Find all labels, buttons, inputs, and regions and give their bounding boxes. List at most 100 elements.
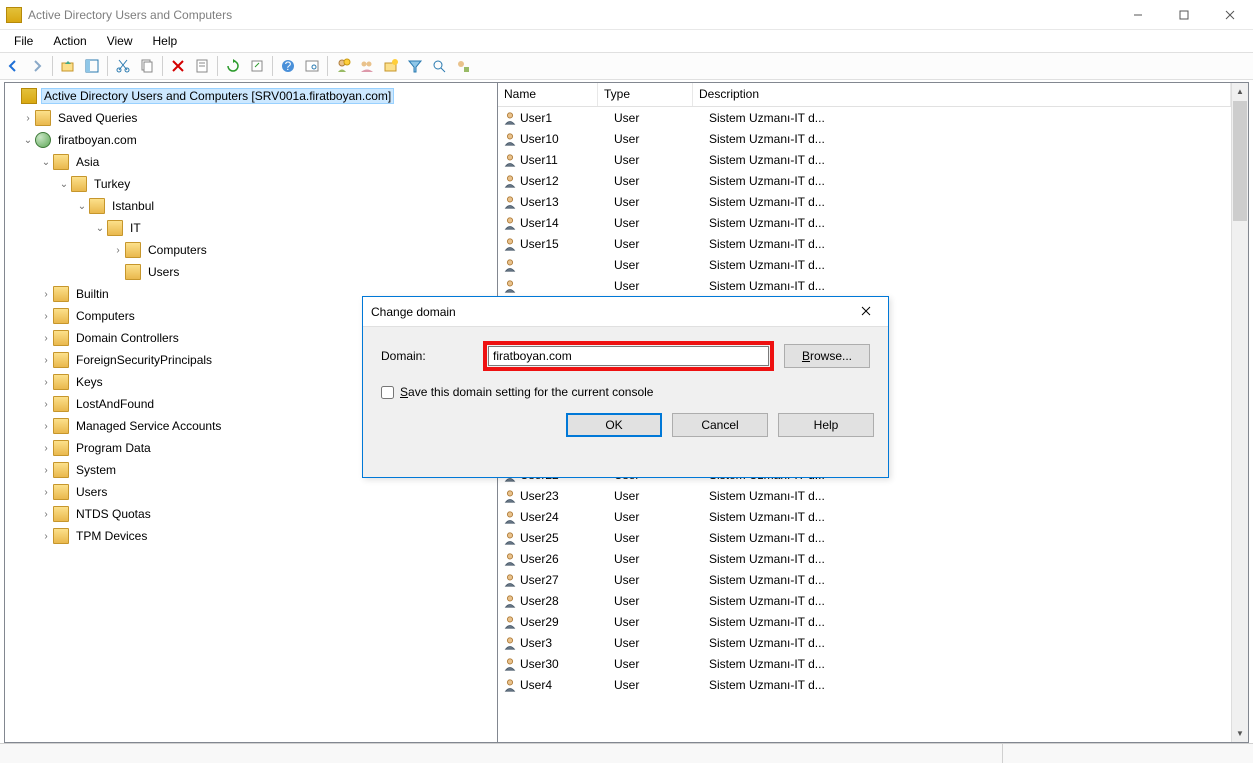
tree-istanbul[interactable]: ⌄Istanbul (5, 195, 497, 217)
filter-icon[interactable] (404, 55, 426, 77)
tree-asia[interactable]: ⌄Asia (5, 151, 497, 173)
menu-action[interactable]: Action (43, 32, 96, 50)
help-button-dialog[interactable]: Help (778, 413, 874, 437)
new-group-icon[interactable] (356, 55, 378, 77)
list-item[interactable]: User28UserSistem Uzmanı-IT d... (498, 590, 1231, 611)
save-domain-label[interactable]: Save this domain setting for the current… (400, 385, 653, 399)
user-icon (502, 656, 518, 672)
window-titlebar: Active Directory Users and Computers (0, 0, 1253, 30)
cell-name: User1 (520, 111, 614, 125)
window-title: Active Directory Users and Computers (28, 8, 1115, 22)
cell-type: User (614, 657, 709, 671)
cell-desc: Sistem Uzmanı-IT d... (709, 678, 1231, 692)
delete-button[interactable] (167, 55, 189, 77)
cell-name: User30 (520, 657, 614, 671)
properties-button[interactable] (191, 55, 213, 77)
cell-type: User (614, 111, 709, 125)
list-item[interactable]: User25UserSistem Uzmanı-IT d... (498, 527, 1231, 548)
add-to-group-icon[interactable] (452, 55, 474, 77)
list-item[interactable]: User26UserSistem Uzmanı-IT d... (498, 548, 1231, 569)
column-type[interactable]: Type (598, 83, 693, 106)
tree-it[interactable]: ⌄IT (5, 217, 497, 239)
new-user-icon[interactable] (332, 55, 354, 77)
cell-type: User (614, 279, 709, 293)
tree-tpm-devices[interactable]: ›TPM Devices (5, 525, 497, 547)
minimize-button[interactable] (1115, 0, 1161, 30)
user-icon (502, 593, 518, 609)
list-item[interactable]: User27UserSistem Uzmanı-IT d... (498, 569, 1231, 590)
dialog-title: Change domain (371, 305, 852, 319)
cell-type: User (614, 132, 709, 146)
list-header: Name Type Description (498, 83, 1231, 107)
user-icon (502, 257, 518, 273)
search-icon[interactable] (428, 55, 450, 77)
refresh-button[interactable] (222, 55, 244, 77)
tree-it-computers[interactable]: ›Computers (5, 239, 497, 261)
export-list-button[interactable] (246, 55, 268, 77)
close-button[interactable] (1207, 0, 1253, 30)
cell-name: User14 (520, 216, 614, 230)
cell-type: User (614, 258, 709, 272)
cell-name: User4 (520, 678, 614, 692)
find-button[interactable] (301, 55, 323, 77)
domain-input[interactable] (488, 346, 769, 366)
svg-text:?: ? (285, 59, 292, 73)
cell-name: User12 (520, 174, 614, 188)
vertical-scrollbar[interactable]: ▲ ▼ (1231, 83, 1248, 742)
copy-button[interactable] (136, 55, 158, 77)
dialog-close-button[interactable] (852, 305, 880, 319)
menu-help[interactable]: Help (143, 32, 188, 50)
cell-name: User11 (520, 153, 614, 167)
help-button[interactable]: ? (277, 55, 299, 77)
tree-users[interactable]: ›Users (5, 481, 497, 503)
list-item[interactable]: User10UserSistem Uzmanı-IT d... (498, 128, 1231, 149)
list-item[interactable]: User24UserSistem Uzmanı-IT d... (498, 506, 1231, 527)
cell-name: User27 (520, 573, 614, 587)
cell-type: User (614, 216, 709, 230)
tree-ntds-quotas[interactable]: ›NTDS Quotas (5, 503, 497, 525)
list-item[interactable]: User29UserSistem Uzmanı-IT d... (498, 611, 1231, 632)
list-item[interactable]: User3UserSistem Uzmanı-IT d... (498, 632, 1231, 653)
scroll-thumb[interactable] (1233, 101, 1247, 221)
list-item[interactable]: UserSistem Uzmanı-IT d... (498, 254, 1231, 275)
user-icon (502, 110, 518, 126)
menu-view[interactable]: View (97, 32, 143, 50)
list-item[interactable]: User30UserSistem Uzmanı-IT d... (498, 653, 1231, 674)
list-item[interactable]: User12UserSistem Uzmanı-IT d... (498, 170, 1231, 191)
new-ou-icon[interactable] (380, 55, 402, 77)
tree-root[interactable]: Active Directory Users and Computers [SR… (5, 85, 497, 107)
user-icon (502, 236, 518, 252)
back-button[interactable] (2, 55, 24, 77)
tree-root-label: Active Directory Users and Computers [SR… (41, 88, 394, 104)
cancel-button[interactable]: Cancel (672, 413, 768, 437)
cell-type: User (614, 174, 709, 188)
list-item[interactable]: User11UserSistem Uzmanı-IT d... (498, 149, 1231, 170)
list-item[interactable]: User15UserSistem Uzmanı-IT d... (498, 233, 1231, 254)
show-hide-tree-button[interactable] (81, 55, 103, 77)
tree-it-users[interactable]: Users (5, 261, 497, 283)
cell-type: User (614, 153, 709, 167)
maximize-button[interactable] (1161, 0, 1207, 30)
column-description[interactable]: Description (693, 83, 1231, 106)
cell-type: User (614, 615, 709, 629)
list-item[interactable]: User13UserSistem Uzmanı-IT d... (498, 191, 1231, 212)
list-item[interactable]: User14UserSistem Uzmanı-IT d... (498, 212, 1231, 233)
list-item[interactable]: User4UserSistem Uzmanı-IT d... (498, 674, 1231, 695)
list-item[interactable]: User23UserSistem Uzmanı-IT d... (498, 485, 1231, 506)
tree-domain[interactable]: ⌄firatboyan.com (5, 129, 497, 151)
tree-saved-queries[interactable]: ›Saved Queries (5, 107, 497, 129)
tree-turkey[interactable]: ⌄Turkey (5, 173, 497, 195)
forward-button[interactable] (26, 55, 48, 77)
browse-button[interactable]: Browse... (784, 344, 870, 368)
save-domain-checkbox[interactable] (381, 386, 394, 399)
list-item[interactable]: UserSistem Uzmanı-IT d... (498, 275, 1231, 296)
cut-button[interactable] (112, 55, 134, 77)
scroll-down-icon[interactable]: ▼ (1232, 725, 1248, 742)
list-item[interactable]: User1UserSistem Uzmanı-IT d... (498, 107, 1231, 128)
column-name[interactable]: Name (498, 83, 598, 106)
up-button[interactable] (57, 55, 79, 77)
scroll-up-icon[interactable]: ▲ (1232, 83, 1248, 100)
ok-button[interactable]: OK (566, 413, 662, 437)
cell-type: User (614, 489, 709, 503)
menu-file[interactable]: File (4, 32, 43, 50)
